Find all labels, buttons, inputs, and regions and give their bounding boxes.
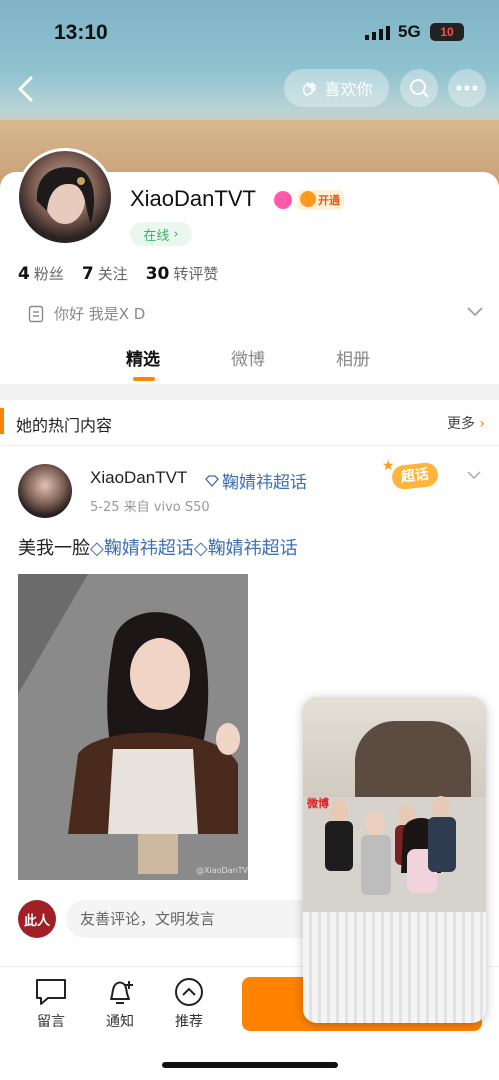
vip-open-label: 开通 xyxy=(318,194,340,207)
vip-open-badge[interactable]: 开通 xyxy=(298,190,344,210)
recommend-label: 推荐 xyxy=(175,1014,203,1030)
search-icon xyxy=(410,79,429,98)
online-status[interactable]: 在线 › xyxy=(130,222,192,246)
post-author-avatar[interactable] xyxy=(18,464,72,518)
post-photo[interactable]: @XiaoDanTVT xyxy=(18,574,248,880)
back-icon[interactable] xyxy=(12,72,42,106)
post-text-topic-1[interactable]: ◇鞠婧祎超话 xyxy=(90,534,194,560)
more-link[interactable]: 更多 › xyxy=(447,413,485,433)
post-text-topic-1-label: 鞠婧祎超话 xyxy=(103,538,194,559)
tab-album[interactable]: 相册 xyxy=(336,345,370,370)
section-accent-bar xyxy=(0,408,4,434)
post-author-name[interactable]: XiaoDanTVT xyxy=(90,468,187,488)
profile-tabs: 精选 微博 相册 xyxy=(0,345,499,385)
super-topic-badge[interactable]: 超话 ★ xyxy=(382,458,448,492)
stat-fans-label: 粉丝 xyxy=(33,265,64,283)
crown-icon xyxy=(300,191,316,207)
notify-button[interactable]: 通知 xyxy=(95,977,145,1031)
photo-watermark: @XiaoDanTVT xyxy=(196,866,248,875)
bell-plus-icon xyxy=(110,981,133,1004)
weibo-logo: 微博 xyxy=(307,797,329,810)
message-label: 留言 xyxy=(37,1014,65,1030)
post-text-prefix: 美我一脸 xyxy=(18,538,90,559)
stat-fans-count: 4 xyxy=(18,264,30,284)
stat-following-label: 关注 xyxy=(97,265,128,283)
section-title: 她的热门内容 xyxy=(16,416,113,435)
more-dots-icon xyxy=(456,85,478,91)
notify-label: 通知 xyxy=(106,1014,134,1030)
more-label: 更多 xyxy=(446,416,475,432)
like-you-button[interactable]: 喜欢你 xyxy=(284,69,389,107)
active-tab-indicator xyxy=(133,377,155,381)
document-icon xyxy=(28,305,44,322)
expand-chevron-icon[interactable] xyxy=(466,306,484,318)
avatar-portrait xyxy=(36,167,95,224)
stat-interactions[interactable]: 30 转评赞 xyxy=(146,263,219,284)
message-button[interactable]: 留言 xyxy=(26,977,76,1031)
video-table xyxy=(303,912,486,1023)
network-label: 5G xyxy=(398,22,421,41)
video-people xyxy=(325,796,456,895)
online-label: 在线 xyxy=(143,228,170,244)
home-indicator[interactable] xyxy=(162,1062,338,1068)
super-topic-label: 超话 xyxy=(390,461,440,491)
post-topic-link[interactable]: 鞠婧祎超话 xyxy=(205,468,307,493)
pink-badge-icon xyxy=(274,191,292,209)
post-text-topic-2-label: 鞠婧祎超话 xyxy=(207,538,298,559)
stat-interactions-count: 30 xyxy=(145,264,170,284)
post-meta: 5-25 来自 vivo S50 xyxy=(90,500,210,515)
post-topic-label: 鞠婧祎超话 xyxy=(222,473,307,493)
hand-wave-icon xyxy=(303,81,317,96)
post-text-topic-2[interactable]: ◇鞠婧祎超话 xyxy=(194,534,298,560)
floating-video-player[interactable]: 微博 xyxy=(303,697,486,1023)
tab-weibo[interactable]: 微博 xyxy=(231,345,265,370)
tab-featured[interactable]: 精选 xyxy=(126,345,160,370)
user-seal-avatar[interactable]: 此人 xyxy=(18,900,56,938)
diamond-icon xyxy=(205,474,219,487)
stat-fans[interactable]: 4 粉丝 xyxy=(18,263,64,284)
status-time: 13:10 xyxy=(54,21,108,44)
post-menu-chevron-icon[interactable] xyxy=(466,470,482,480)
profile-bio: 你好 我是X D xyxy=(28,303,145,324)
stat-following-count: 7 xyxy=(81,264,94,284)
video-curtain xyxy=(355,721,471,799)
stat-following[interactable]: 7 关注 xyxy=(82,263,128,284)
post-text: 美我一脸 ◇鞠婧祎超话 ◇鞠婧祎超话 xyxy=(18,534,298,560)
chevron-right-icon: › xyxy=(173,226,179,242)
comment-input[interactable]: 友善评论，文明发言 xyxy=(66,900,326,938)
star-icon: ★ xyxy=(382,458,395,474)
message-icon xyxy=(36,979,66,1005)
search-button[interactable] xyxy=(400,69,438,107)
hot-content-header: 她的热门内容 更多 › xyxy=(0,400,499,445)
status-bar: 13:10 5G 10 xyxy=(0,0,499,64)
chevron-up-circle-icon xyxy=(175,978,203,1006)
profile-name: XiaoDanTVT xyxy=(130,186,256,211)
recommend-button[interactable]: 推荐 xyxy=(164,977,214,1031)
profile-stats: 4 粉丝 7 关注 30 转评赞 xyxy=(18,263,218,284)
more-button[interactable] xyxy=(448,69,486,107)
like-you-label: 喜欢你 xyxy=(324,80,373,99)
profile-avatar[interactable] xyxy=(16,148,114,246)
signal-icon xyxy=(365,26,390,40)
bio-text: 你好 我是X D xyxy=(54,305,146,323)
battery-icon: 10 xyxy=(430,23,464,41)
photo-portrait xyxy=(18,574,248,880)
stat-interactions-label: 转评赞 xyxy=(173,265,219,283)
more-chevron-icon: › xyxy=(479,416,485,432)
